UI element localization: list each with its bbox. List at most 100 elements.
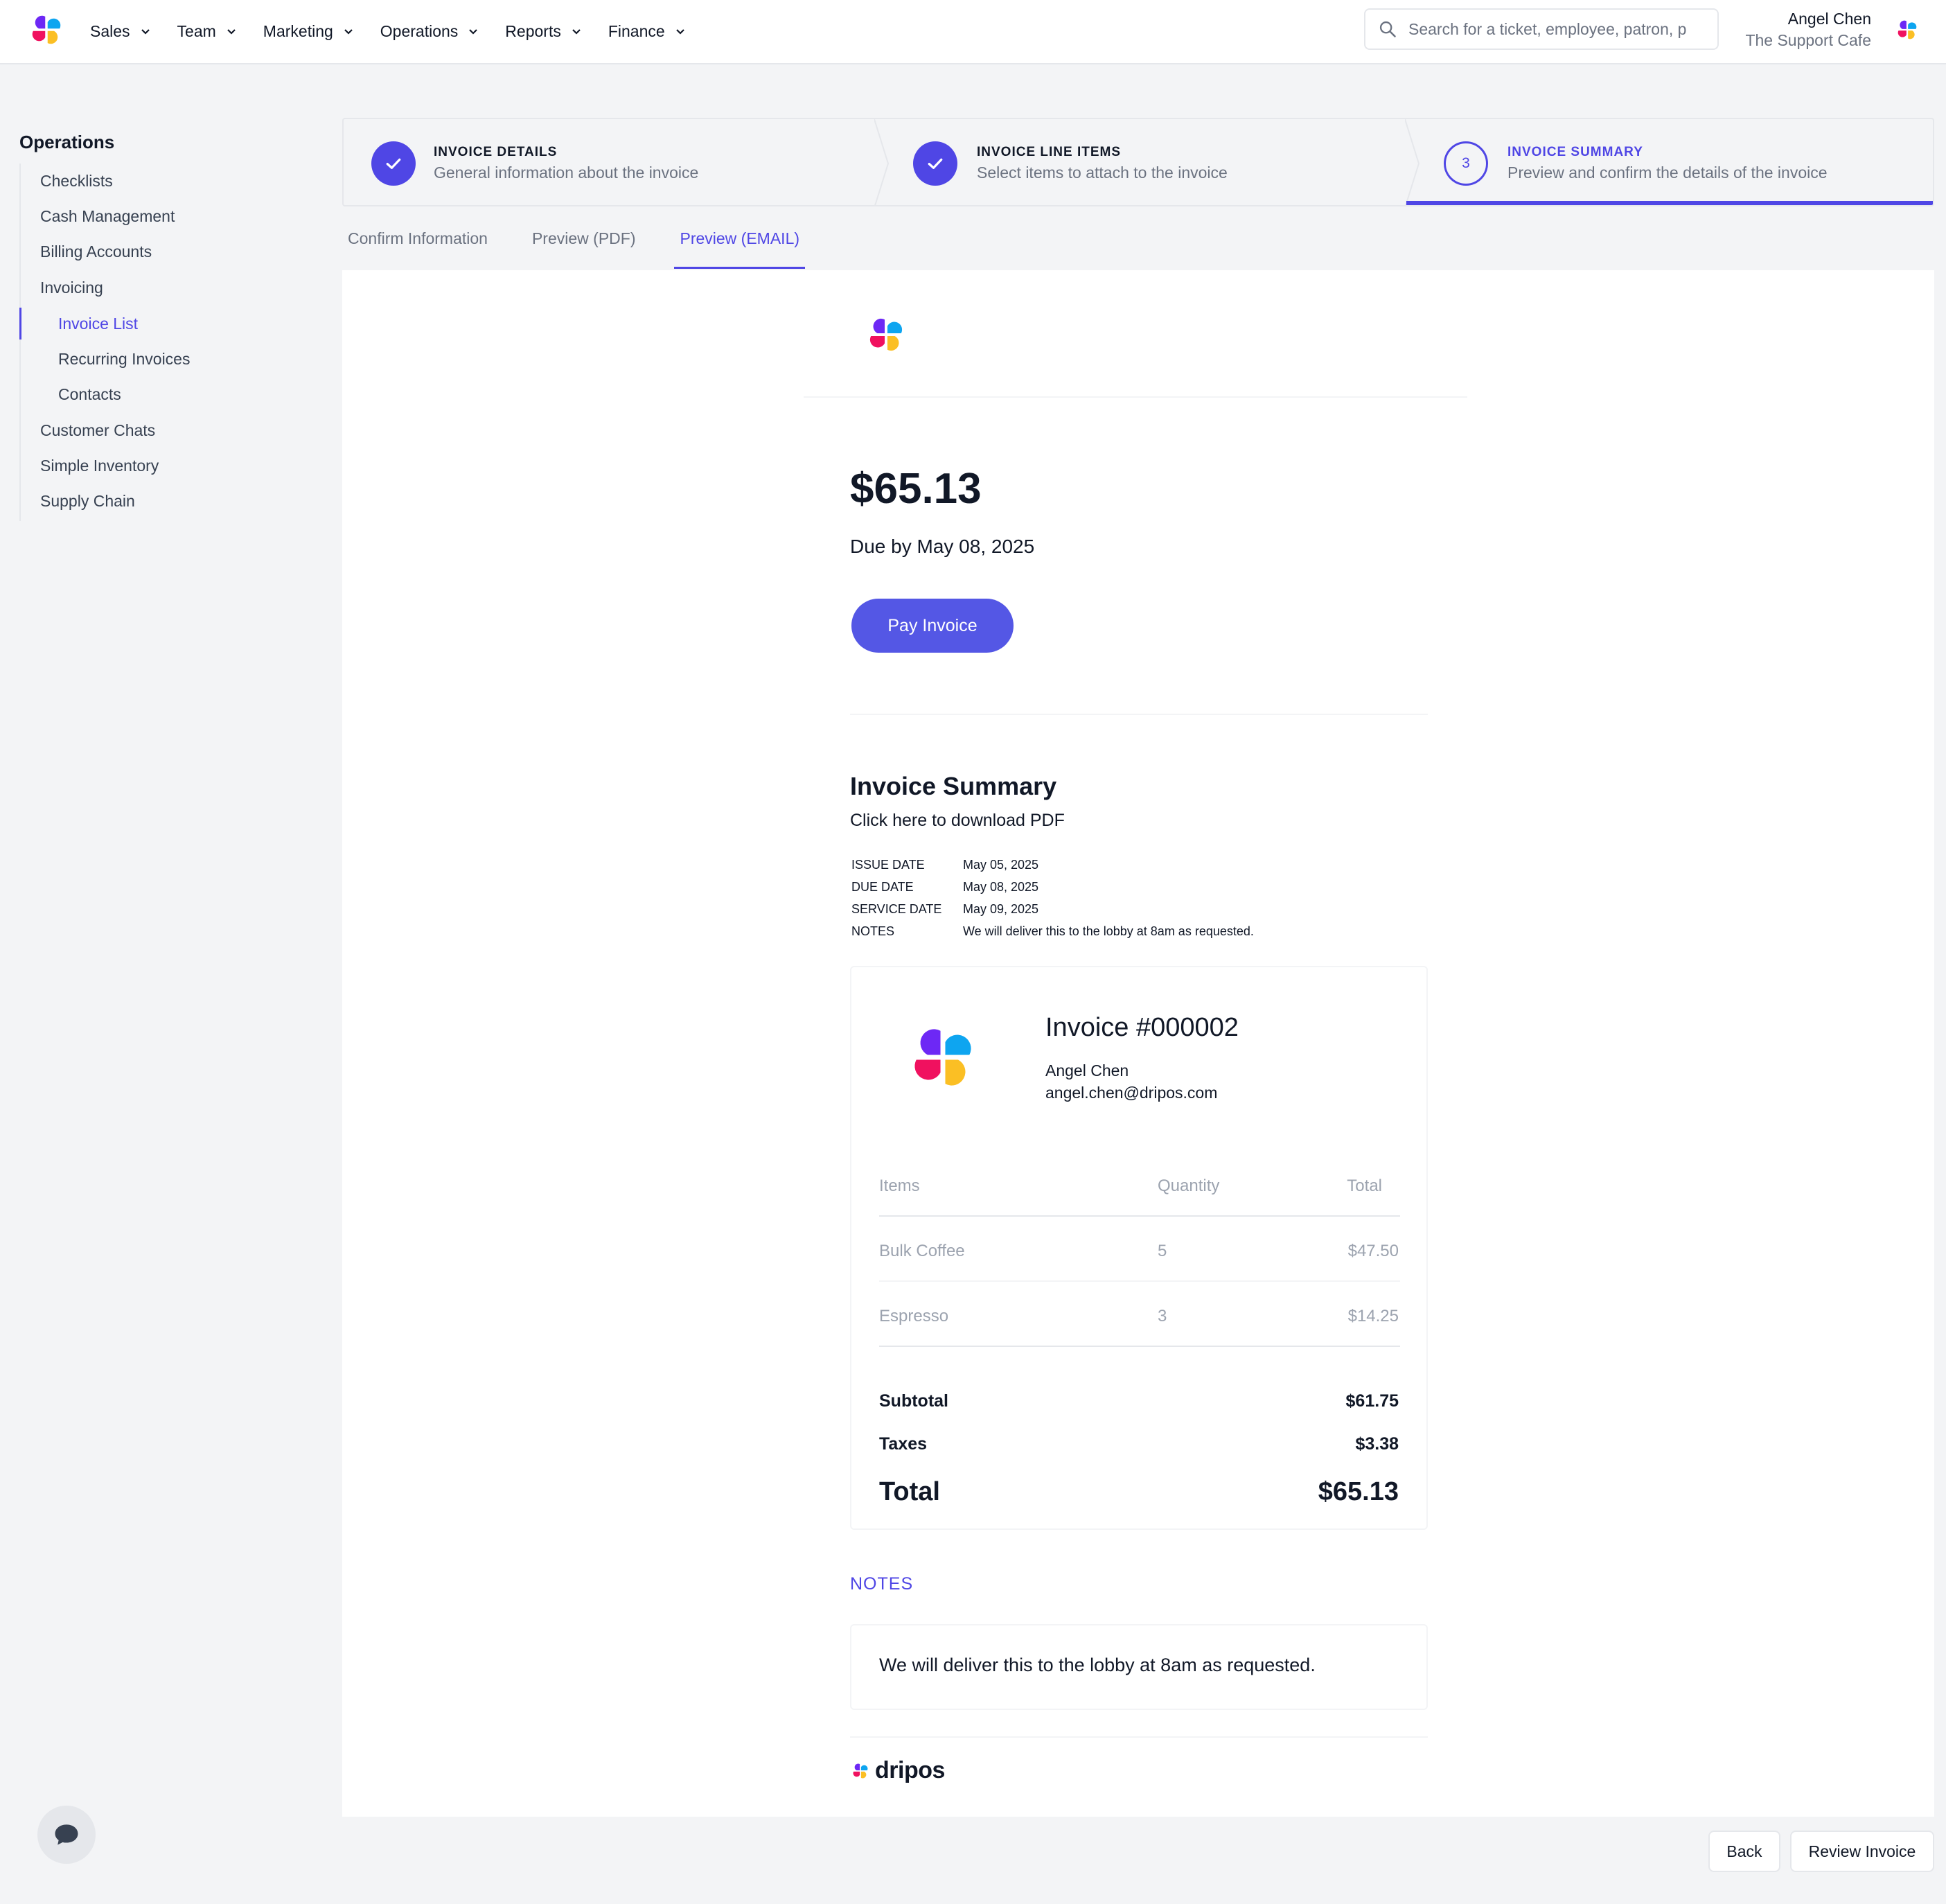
sidebar-item-simple-inventory[interactable]: Simple Inventory [40, 457, 159, 475]
nav-marketing[interactable]: Marketing [263, 22, 354, 41]
line-item-quantity: 5 [1158, 1242, 1167, 1260]
footer-brand-name: dripos [875, 1757, 945, 1783]
nav-finance[interactable]: Finance [608, 22, 686, 41]
step-invoice-summary[interactable]: 3 INVOICE SUMMARY Preview and confirm th… [1406, 119, 1933, 205]
global-search[interactable] [1364, 8, 1719, 50]
current-step-indicator [1406, 201, 1933, 205]
chevron-down-icon [141, 29, 150, 35]
line-item-total: $47.50 [1347, 1242, 1399, 1260]
download-pdf-link[interactable]: Click here to download PDF [850, 811, 1065, 831]
step-description: Select items to attach to the invoice [977, 164, 1228, 182]
nav-sales[interactable]: Sales [90, 22, 151, 41]
active-indicator [19, 308, 21, 340]
column-header-total: Total [1347, 1176, 1382, 1195]
meta-value: May 05, 2025 [963, 857, 1039, 872]
tab-confirm-information[interactable]: Confirm Information [342, 208, 493, 269]
divider [879, 1346, 1400, 1347]
meta-key: SERVICE DATE [851, 901, 942, 916]
meta-value: We will deliver this to the lobby at 8am… [963, 924, 1254, 938]
due-date: Due by May 08, 2025 [850, 536, 1035, 557]
brand-logo-icon[interactable] [26, 10, 67, 50]
divider [850, 714, 1428, 715]
divider [879, 1280, 1400, 1282]
taxes-value: $3.38 [1355, 1434, 1399, 1454]
user-name: Angel Chen [1787, 10, 1871, 28]
line-item-quantity: 3 [1158, 1307, 1167, 1325]
divider [850, 1736, 1428, 1738]
nav-label: Team [177, 21, 216, 40]
top-navigation-bar: Sales Team Marketing Operations Reports … [0, 0, 1946, 64]
chevron-down-icon [344, 29, 353, 35]
back-button[interactable]: Back [1708, 1831, 1780, 1872]
tab-preview-pdf[interactable]: Preview (PDF) [527, 208, 642, 269]
meta-value: May 08, 2025 [963, 879, 1039, 894]
brand-logo-icon [914, 1029, 971, 1086]
step-invoice-line-items[interactable]: INVOICE LINE ITEMS Select items to attac… [876, 119, 1406, 205]
user-menu[interactable]: Angel Chen The Support Cafe [1745, 8, 1871, 51]
meta-row: ISSUE DATE May 05, 2025 [851, 854, 1254, 876]
invoice-card: Invoice #000002 Angel Chen angel.chen@dr… [850, 966, 1428, 1530]
sidebar-item-supply-chain[interactable]: Supply Chain [40, 492, 135, 511]
total-value: $65.13 [1318, 1477, 1399, 1506]
meta-key: DUE DATE [851, 879, 914, 894]
email-preview-panel: $65.13 Due by May 08, 2025 Pay Invoice I… [342, 270, 1934, 1817]
sidebar-item-invoicing[interactable]: Invoicing [40, 279, 103, 297]
column-header-items: Items [879, 1176, 920, 1195]
nav-team[interactable]: Team [177, 22, 237, 41]
progress-steps: INVOICE DETAILS General information abou… [342, 118, 1934, 206]
search-icon [1379, 21, 1396, 37]
sidebar-item-cash-management[interactable]: Cash Management [40, 207, 175, 226]
step-invoice-details[interactable]: INVOICE DETAILS General information abou… [344, 119, 874, 205]
chevron-down-icon [572, 29, 581, 35]
invoice-summary-title: Invoice Summary [850, 772, 1057, 800]
sidebar-item-recurring-invoices[interactable]: Recurring Invoices [58, 350, 190, 369]
chat-button[interactable] [37, 1806, 96, 1864]
meta-value: May 09, 2025 [963, 901, 1039, 916]
line-item-name: Bulk Coffee [879, 1242, 965, 1260]
nav-reports[interactable]: Reports [505, 22, 582, 41]
check-icon [371, 141, 416, 186]
subtotal-value: $61.75 [1345, 1391, 1399, 1411]
sidebar-item-invoice-list[interactable]: Invoice List [58, 315, 138, 333]
meta-row: NOTES We will deliver this to the lobby a… [851, 920, 1254, 942]
sidebar-item-customer-chats[interactable]: Customer Chats [40, 421, 155, 440]
avatar[interactable] [1894, 17, 1920, 43]
customer-email: angel.chen@dripos.com [1045, 1084, 1218, 1102]
nav-label: Marketing [263, 21, 333, 40]
sidebar-item-billing-accounts[interactable]: Billing Accounts [40, 243, 152, 261]
pay-invoice-button[interactable]: Pay Invoice [851, 599, 1014, 653]
meta-row: DUE DATE May 08, 2025 [851, 876, 1254, 898]
review-invoice-button[interactable]: Review Invoice [1790, 1831, 1934, 1872]
sidebar-item-checklists[interactable]: Checklists [40, 172, 113, 191]
sidebar-nav: Checklists Cash Management Billing Accou… [19, 164, 310, 521]
chevron-down-icon [469, 29, 478, 35]
search-input[interactable] [1408, 19, 1699, 39]
tab-preview-email[interactable]: Preview (EMAIL) [674, 208, 805, 269]
step-description: Preview and confirm the details of the i… [1507, 164, 1828, 182]
invoice-number: Invoice #000002 [1045, 1013, 1239, 1042]
step-number: 3 [1444, 141, 1488, 186]
step-title: INVOICE DETAILS [434, 145, 558, 159]
nav-operations[interactable]: Operations [380, 22, 479, 41]
nav-label: Operations [380, 21, 459, 40]
notes-label: NOTES [850, 1574, 914, 1594]
column-header-quantity: Quantity [1158, 1176, 1220, 1195]
meta-key: ISSUE DATE [851, 857, 925, 872]
meta-key: NOTES [851, 924, 895, 938]
brand-logo-icon [869, 318, 903, 351]
invoice-meta: ISSUE DATE May 05, 2025 DUE DATE May 08, 2… [851, 854, 1254, 942]
total-label: Total [879, 1477, 940, 1506]
line-item-total: $14.25 [1347, 1307, 1399, 1325]
chat-bubble-icon [55, 1824, 78, 1845]
divider [879, 1215, 1400, 1217]
line-item-name: Espresso [879, 1307, 949, 1325]
main-nav: Sales Team Marketing Operations Reports … [90, 0, 712, 62]
meta-row: SERVICE DATE May 09, 2025 [851, 898, 1254, 920]
step-title: INVOICE SUMMARY [1507, 145, 1643, 159]
preview-tabs: Confirm Information Preview (PDF) Previe… [342, 208, 838, 269]
chevron-down-icon [227, 29, 236, 35]
sidebar-item-contacts[interactable]: Contacts [58, 385, 121, 404]
amount-due: $65.13 [850, 465, 982, 513]
nav-label: Sales [90, 21, 130, 40]
subtotal-label: Subtotal [879, 1391, 948, 1411]
